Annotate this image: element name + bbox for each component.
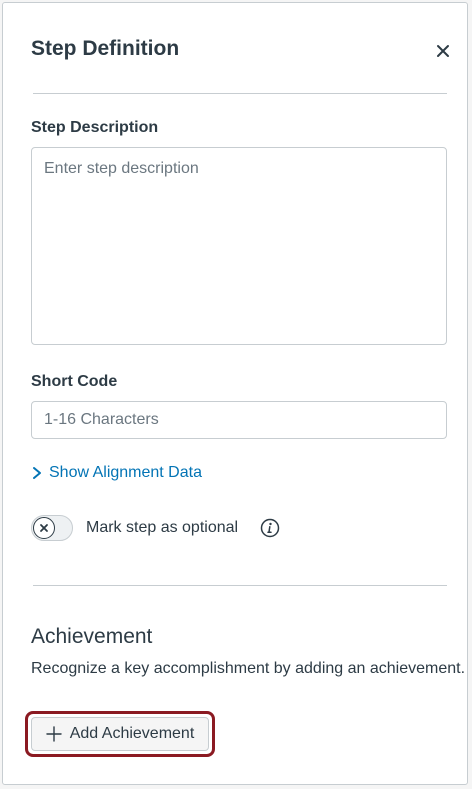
header-divider xyxy=(33,93,447,94)
short-code-input[interactable] xyxy=(31,401,447,439)
info-icon[interactable] xyxy=(260,518,280,538)
step-description-input[interactable] xyxy=(31,147,447,345)
show-alignment-data-label: Show Alignment Data xyxy=(49,464,202,481)
achievement-heading: Achievement xyxy=(31,625,153,648)
optional-toggle-row: Mark step as optional xyxy=(31,515,280,541)
achievement-description: Recognize a key accomplishment by adding… xyxy=(31,660,466,677)
add-achievement-button[interactable]: Add Achievement xyxy=(31,717,209,751)
add-achievement-label: Add Achievement xyxy=(69,725,195,742)
section-divider xyxy=(33,585,447,586)
panel-title: Step Definition xyxy=(31,37,180,60)
show-alignment-data-link[interactable]: Show Alignment Data xyxy=(31,464,202,482)
short-code-label: Short Code xyxy=(31,373,118,390)
x-icon xyxy=(40,524,48,532)
close-button[interactable] xyxy=(431,39,455,63)
optional-toggle-label: Mark step as optional xyxy=(86,519,239,536)
plus-icon xyxy=(46,726,62,742)
close-icon xyxy=(437,45,449,57)
step-definition-panel: Step Definition Step Description Short C… xyxy=(2,2,468,785)
chevron-right-icon xyxy=(33,467,41,479)
step-description-label: Step Description xyxy=(31,119,159,136)
toggle-knob xyxy=(33,517,55,539)
optional-toggle[interactable] xyxy=(31,515,73,541)
